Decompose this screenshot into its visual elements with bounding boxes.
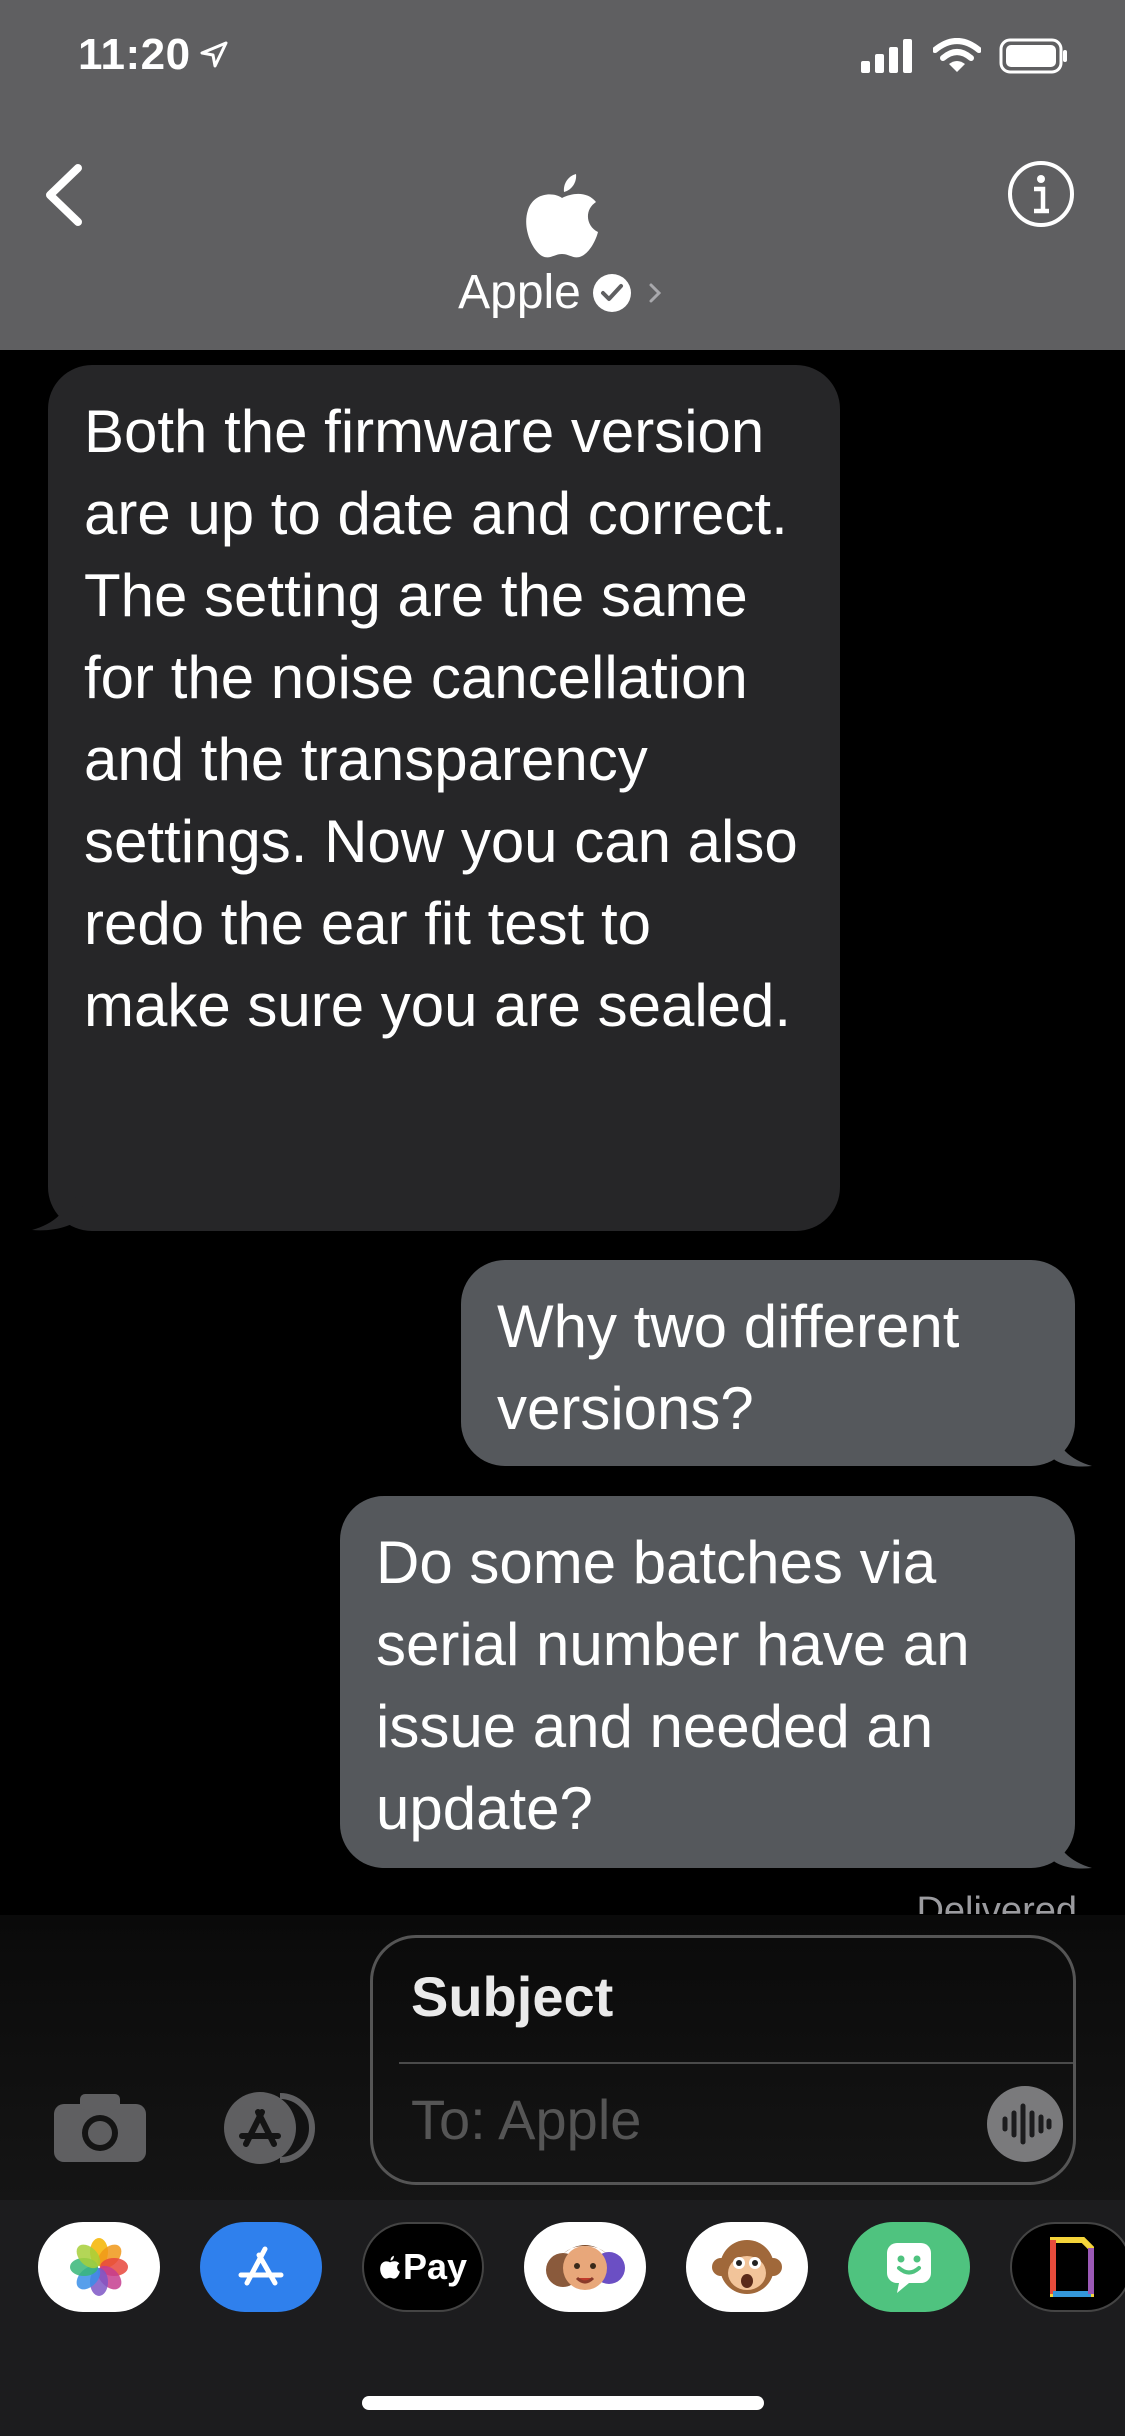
memoji-icon xyxy=(546,2245,625,2290)
incoming-bubble-tail xyxy=(32,1190,88,1231)
photos-icon xyxy=(70,2238,128,2296)
camera-button[interactable] xyxy=(52,2092,148,2164)
subject-field[interactable]: Subject xyxy=(411,1964,613,2029)
chevron-right-icon xyxy=(649,283,661,302)
sticker-app-button[interactable] xyxy=(848,2222,970,2312)
memoji-stickers-button[interactable] xyxy=(524,2222,646,2312)
smile-sticker-icon xyxy=(887,2243,931,2293)
outgoing-message-bubble[interactable]: Do some batches via serial number have a… xyxy=(340,1496,1075,1868)
apple-logo-small-icon xyxy=(380,2255,400,2279)
location-arrow-icon xyxy=(200,41,228,68)
battery-icon xyxy=(999,38,1067,74)
wifi-icon xyxy=(933,38,981,72)
app-store-toggle-button[interactable] xyxy=(210,2088,320,2168)
contact-name-row[interactable]: Apple xyxy=(0,265,1125,320)
message-input[interactable] xyxy=(409,2078,973,2160)
status-indicators xyxy=(861,38,1069,74)
photos-app-button[interactable] xyxy=(38,2222,160,2312)
info-button[interactable] xyxy=(1005,158,1077,230)
audio-message-button[interactable] xyxy=(987,2086,1063,2162)
home-indicator[interactable] xyxy=(362,2396,764,2410)
incoming-message-bubble[interactable]: Both the firmware version are up to date… xyxy=(48,365,840,1231)
app-store-icon xyxy=(238,2246,284,2286)
apple-pay-button[interactable]: Pay xyxy=(362,2222,484,2312)
verified-badge-icon xyxy=(592,273,631,312)
outgoing-message-bubble[interactable]: Why two different versions? xyxy=(461,1260,1075,1466)
message-text: Both the firmware version are up to date… xyxy=(84,398,798,1039)
waveform-icon xyxy=(1002,2103,1052,2145)
notebook-icon xyxy=(1050,2237,1094,2297)
outgoing-bubble-tail xyxy=(1050,1828,1092,1869)
delivered-status: Delivered xyxy=(916,1890,1077,1914)
conversation-header: 11:20 Apple xyxy=(0,0,1125,350)
field-divider xyxy=(399,2062,1073,2064)
status-time-text: 11:20 xyxy=(78,30,191,79)
status-time: 11:20 xyxy=(78,30,229,80)
cellular-signal-icon xyxy=(861,39,912,73)
drawing-app-button[interactable] xyxy=(1010,2222,1125,2312)
app-store-app-button[interactable] xyxy=(200,2222,322,2312)
message-text: Do some batches via serial number have a… xyxy=(376,1529,970,1842)
animoji-button[interactable] xyxy=(686,2222,808,2312)
outgoing-bubble-tail xyxy=(1050,1426,1092,1467)
message-input-field[interactable]: Subject xyxy=(370,1935,1076,2185)
back-button[interactable] xyxy=(34,160,94,230)
monkey-icon xyxy=(712,2240,782,2294)
apple-logo-icon[interactable] xyxy=(522,170,602,260)
apple-pay-label: Pay xyxy=(402,2246,468,2287)
contact-name: Apple xyxy=(458,266,581,319)
message-text: Why two different versions? xyxy=(497,1293,960,1442)
